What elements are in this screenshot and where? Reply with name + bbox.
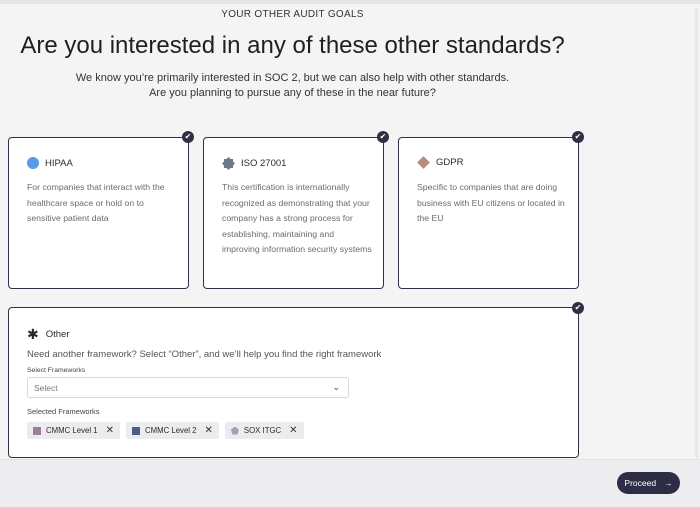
card-other[interactable]: ✱ Other Need another framework? Select “… (8, 307, 579, 458)
card-header: GDPR (417, 156, 464, 169)
pentagon-icon (230, 426, 239, 435)
chip-label: CMMC Level 2 (144, 426, 197, 435)
check-icon: ✔ (377, 131, 389, 143)
select-frameworks-label: Select Frameworks (27, 367, 86, 374)
card-gdpr[interactable]: GDPR Specific to companies that are doin… (398, 137, 579, 289)
proceed-label: Proceed (624, 478, 657, 488)
card-header: ✱ Other (27, 326, 70, 342)
card-description: For companies that interact with the hea… (27, 182, 165, 224)
arrow-right-icon: → (664, 478, 673, 488)
proceed-button[interactable]: Proceed → (617, 472, 680, 494)
card-title: Other (45, 328, 70, 340)
check-icon: ✔ (572, 131, 584, 143)
card-title: HIPAA (45, 157, 73, 169)
check-icon: ✔ (572, 302, 584, 314)
chip-label: CMMC Level 1 (46, 426, 98, 435)
scrollbar[interactable] (695, 8, 698, 458)
check-icon: ✔ (182, 131, 194, 143)
circle-icon (27, 157, 39, 169)
close-icon[interactable]: ✕ (106, 425, 114, 436)
page-subtitle: We know you’re primarily interested in S… (0, 71, 585, 101)
framework-chip: CMMC Level 2 ✕ (125, 422, 219, 439)
card-description: Specific to companies that are doing bus… (417, 182, 565, 224)
asterisk-icon: ✱ (27, 326, 39, 342)
select-placeholder: Select (34, 383, 58, 393)
card-description: Need another framework? Select “Other”, … (27, 349, 382, 360)
card-iso-27001[interactable]: ISO 27001 This certification is internat… (203, 137, 384, 289)
close-icon[interactable]: ✕ (205, 425, 213, 436)
card-header: HIPAA (27, 157, 73, 169)
framework-chip: CMMC Level 1 ✕ (27, 422, 120, 439)
frameworks-select[interactable]: Select ⌄ (27, 377, 349, 398)
card-title: GDPR (436, 157, 464, 168)
subtitle-line-1: We know you’re primarily interested in S… (75, 72, 510, 84)
chevron-down-icon: ⌄ (332, 382, 340, 392)
framework-chip: SOX ITGC ✕ (224, 422, 304, 439)
diamond-icon (417, 156, 430, 169)
card-title: ISO 27001 (241, 158, 287, 169)
card-hipaa[interactable]: HIPAA For companies that interact with t… (8, 137, 189, 289)
page-title: Are you interested in any of these other… (20, 32, 565, 59)
selected-frameworks-label: Selected Frameworks (27, 407, 100, 416)
square-icon (131, 426, 140, 435)
close-icon[interactable]: ✕ (289, 425, 297, 436)
eyebrow-label: YOUR OTHER AUDIT GOALS (221, 9, 364, 20)
footer-bar (0, 459, 700, 507)
chip-label: SOX ITGC (243, 426, 282, 435)
top-bar (0, 0, 700, 4)
gear-icon (222, 157, 235, 170)
subtitle-line-2: Are you planning to pursue any of these … (149, 87, 436, 99)
selected-frameworks-list: CMMC Level 1 ✕ CMMC Level 2 ✕ SOX ITGC ✕ (27, 422, 304, 439)
square-icon (33, 426, 41, 435)
card-description: This certification is internationally re… (222, 182, 372, 255)
card-header: ISO 27001 (222, 157, 286, 170)
